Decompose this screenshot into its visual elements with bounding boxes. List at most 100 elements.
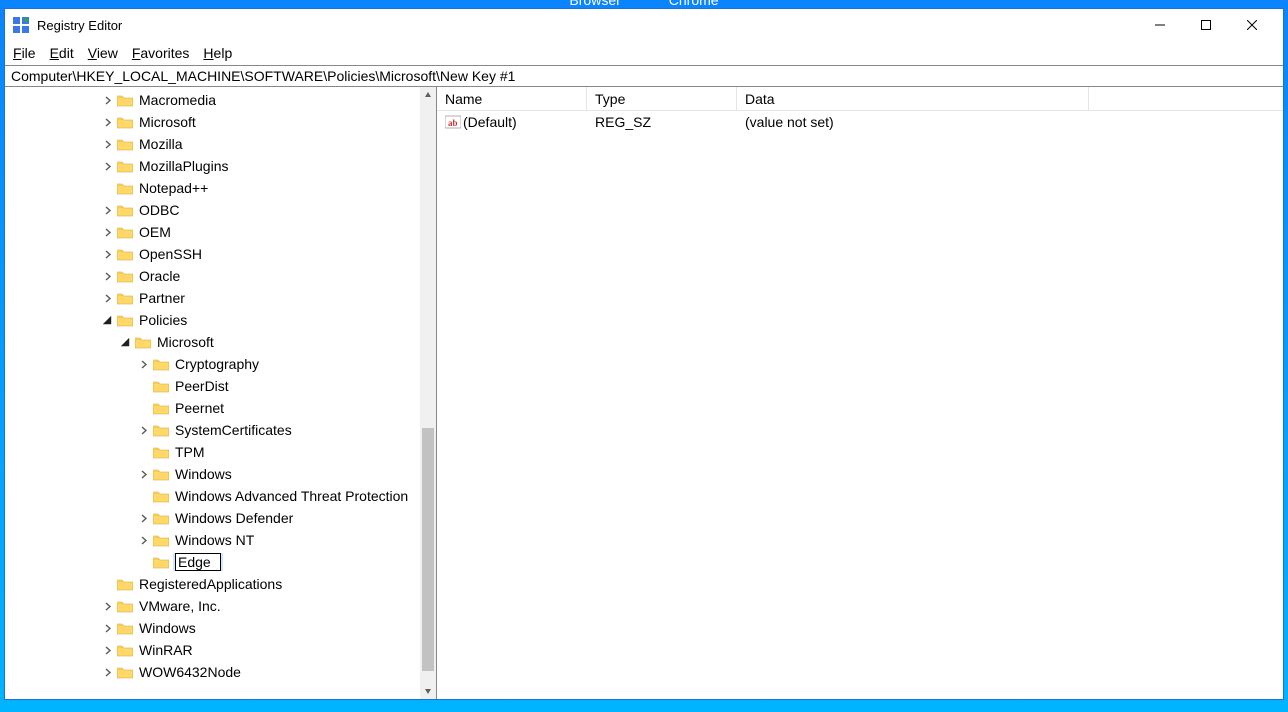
tree-item[interactable]: WOW6432Node [7, 661, 420, 683]
address-text: Computer\HKEY_LOCAL_MACHINE\SOFTWARE\Pol… [11, 68, 515, 84]
tree-item[interactable]: WinRAR [7, 639, 420, 661]
tree-item[interactable]: Windows [7, 617, 420, 639]
tree-item-editing[interactable] [173, 553, 223, 571]
tree-item[interactable]: Microsoft [7, 331, 420, 353]
chevron-right-icon[interactable] [135, 466, 151, 482]
chevron-right-icon[interactable] [135, 422, 151, 438]
chevron-right-icon[interactable] [99, 114, 115, 130]
chevron-right-icon[interactable] [99, 620, 115, 636]
tree-item[interactable]: Windows Advanced Threat Protection [7, 485, 420, 507]
tree-item[interactable]: RegisteredApplications [7, 573, 420, 595]
scroll-down-icon[interactable] [420, 683, 436, 699]
maximize-button[interactable] [1183, 10, 1229, 40]
value-data: (value not set) [745, 114, 834, 130]
scroll-up-icon[interactable] [420, 87, 436, 103]
folder-icon [153, 511, 169, 525]
values-header: Name Type Data [437, 87, 1283, 111]
col-name[interactable]: Name [437, 87, 587, 110]
chevron-right-icon[interactable] [99, 642, 115, 658]
value-name: (Default) [463, 114, 517, 130]
menu-favorites[interactable]: Favorites [132, 45, 190, 61]
chevron-right-icon[interactable] [99, 290, 115, 306]
string-value-icon [445, 114, 461, 130]
tree-item-label: Windows Advanced Threat Protection [173, 488, 410, 504]
tree-item-label: RegisteredApplications [137, 576, 284, 592]
tree-item-label: VMware, Inc. [137, 598, 223, 614]
window-title: Registry Editor [37, 18, 122, 33]
chevron-right-icon[interactable] [135, 532, 151, 548]
tree-item-label: Notepad++ [137, 180, 210, 196]
value-row[interactable]: (Default)REG_SZ(value not set) [437, 111, 1283, 133]
folder-icon [117, 269, 133, 283]
chevron-right-icon[interactable] [99, 224, 115, 240]
tree-item[interactable]: Policies [7, 309, 420, 331]
chevron-right-icon[interactable] [99, 158, 115, 174]
menu-view[interactable]: View [88, 45, 118, 61]
tree-item[interactable]: OEM [7, 221, 420, 243]
tree-item[interactable]: Cryptography [7, 353, 420, 375]
chevron-right-icon[interactable] [99, 268, 115, 284]
chevron-right-icon[interactable] [99, 202, 115, 218]
tree-scrollbar[interactable] [420, 87, 436, 699]
tree-item[interactable]: Notepad++ [7, 177, 420, 199]
tree-item-label: Microsoft [137, 114, 198, 130]
folder-icon [117, 203, 133, 217]
menu-file[interactable]: File [13, 45, 36, 61]
chevron-right-icon[interactable] [135, 510, 151, 526]
tree-item[interactable]: ODBC [7, 199, 420, 221]
col-type[interactable]: Type [587, 87, 737, 110]
tree-item[interactable]: Peernet [7, 397, 420, 419]
chevron-right-icon[interactable] [99, 136, 115, 152]
chevron-right-icon[interactable] [99, 664, 115, 680]
folder-icon [153, 445, 169, 459]
folder-icon [117, 137, 133, 151]
tree-item[interactable]: Windows [7, 463, 420, 485]
tree-item-label: PeerDist [173, 378, 231, 394]
close-button[interactable] [1229, 10, 1275, 40]
tree-item-label: Oracle [137, 268, 182, 284]
tree-item[interactable]: Macromedia [7, 89, 420, 111]
tree-item-label: MozillaPlugins [137, 158, 230, 174]
folder-icon [153, 533, 169, 547]
tree-item[interactable]: Mozilla [7, 133, 420, 155]
tree-item[interactable]: MozillaPlugins [7, 155, 420, 177]
registry-tree[interactable]: Macromedia Microsoft Mozilla MozillaPlugins… [5, 87, 420, 685]
tree-item[interactable]: SystemCertificates [7, 419, 420, 441]
tree-item[interactable]: Windows Defender [7, 507, 420, 529]
col-data[interactable]: Data [737, 87, 1089, 110]
folder-icon [153, 555, 169, 569]
menu-help[interactable]: Help [203, 45, 232, 61]
tree-item[interactable]: Windows NT [7, 529, 420, 551]
chevron-right-icon[interactable] [135, 356, 151, 372]
regedit-icon [13, 17, 29, 33]
address-bar[interactable]: Computer\HKEY_LOCAL_MACHINE\SOFTWARE\Pol… [5, 65, 1283, 87]
folder-icon [153, 401, 169, 415]
tree-item[interactable]: TPM [7, 441, 420, 463]
tree-item[interactable]: Partner [7, 287, 420, 309]
tree-item-label: Cryptography [173, 356, 261, 372]
chevron-down-icon[interactable] [99, 312, 115, 328]
scrollbar-thumb[interactable] [422, 428, 434, 672]
tree-item[interactable]: OpenSSH [7, 243, 420, 265]
folder-icon [117, 291, 133, 305]
folder-icon [117, 93, 133, 107]
chevron-right-icon[interactable] [99, 92, 115, 108]
menu-edit[interactable]: Edit [50, 45, 74, 61]
minimize-button[interactable] [1137, 10, 1183, 40]
tree-item[interactable]: VMware, Inc. [7, 595, 420, 617]
tree-item-label: Policies [137, 312, 189, 328]
chevron-down-icon[interactable] [117, 334, 133, 350]
folder-icon [117, 247, 133, 261]
titlebar[interactable]: Registry Editor [5, 9, 1283, 41]
tree-item[interactable] [7, 551, 420, 573]
folder-icon [117, 159, 133, 173]
chevron-right-icon[interactable] [99, 598, 115, 614]
tree-item[interactable]: Oracle [7, 265, 420, 287]
chevron-right-icon[interactable] [99, 246, 115, 262]
rename-input[interactable] [175, 553, 221, 571]
folder-icon [117, 621, 133, 635]
tree-item[interactable]: Microsoft [7, 111, 420, 133]
folder-icon [153, 379, 169, 393]
tree-item-label: Macromedia [137, 92, 218, 108]
tree-item[interactable]: PeerDist [7, 375, 420, 397]
